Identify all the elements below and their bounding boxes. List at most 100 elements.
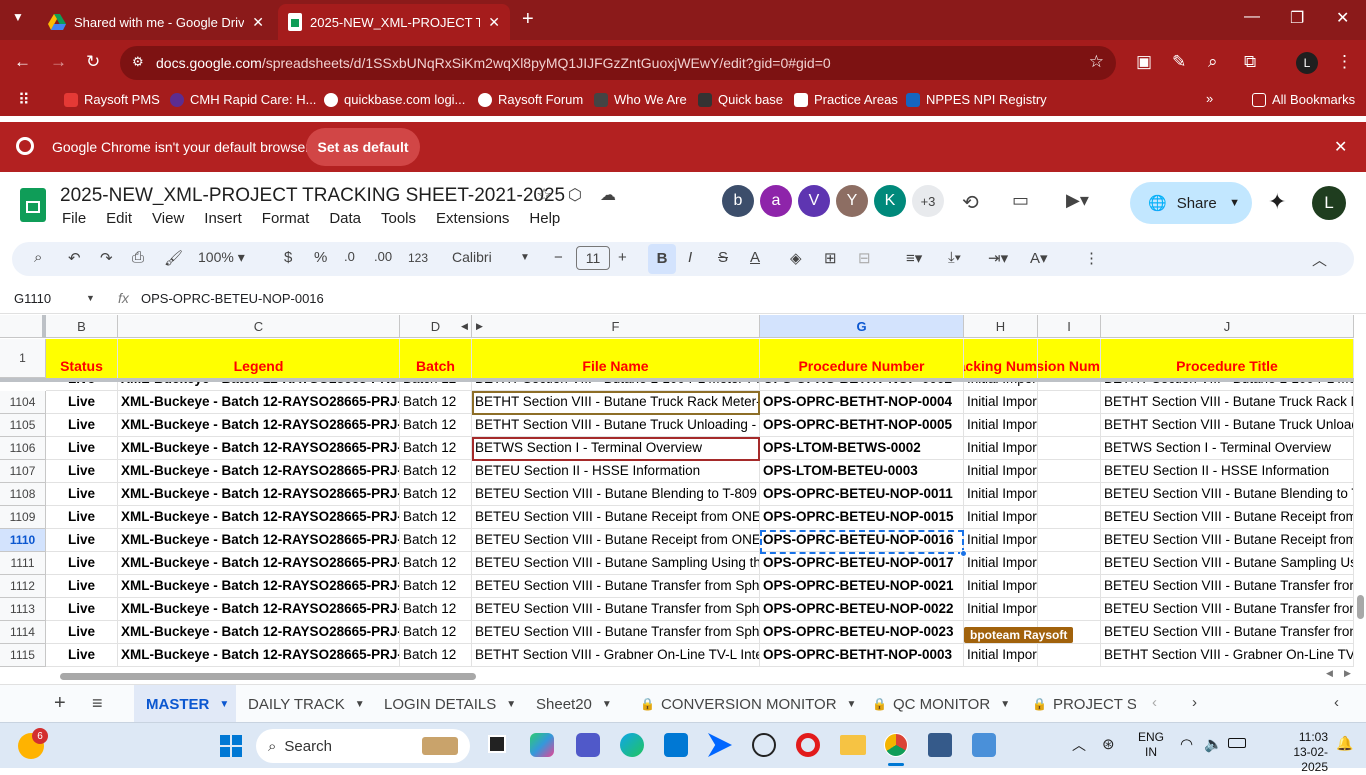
- menu-tools[interactable]: Tools: [381, 210, 416, 227]
- battery-icon[interactable]: [1228, 738, 1246, 748]
- selected-cell-outline[interactable]: [760, 530, 964, 554]
- minimize-icon[interactable]: —: [1244, 8, 1260, 26]
- italic-icon[interactable]: I: [688, 249, 692, 266]
- bookmark-quickbase-login[interactable]: quickbase.com logi...: [324, 92, 465, 107]
- scroll-right-icon[interactable]: ▶: [1344, 668, 1351, 679]
- set-as-default-button[interactable]: Set as default: [306, 128, 420, 166]
- zoom-select[interactable]: 100% ▾: [198, 249, 245, 266]
- vertical-scrollbar-thumb[interactable]: [1357, 595, 1364, 619]
- chevron-down-icon[interactable]: ▼: [520, 252, 530, 263]
- menu-edit[interactable]: Edit: [106, 210, 132, 227]
- cell-status-partial[interactable]: Live: [46, 382, 118, 391]
- cell-proc[interactable]: OPS-OPRC-BETEU-NOP-0021: [760, 575, 964, 598]
- close-window-icon[interactable]: ✕: [1336, 8, 1349, 28]
- apps-grid-icon[interactable]: ⠿: [18, 90, 30, 110]
- cell-batch[interactable]: Batch 12: [400, 598, 472, 621]
- fill-color-icon[interactable]: ◈: [790, 249, 802, 267]
- cell-status[interactable]: Live: [46, 552, 118, 575]
- row-header-1110[interactable]: 1110: [0, 529, 46, 552]
- cell-file-partial[interactable]: BETHT Section VIII - Butane L-100 PL Met…: [472, 382, 760, 391]
- cell-batch[interactable]: Batch 12: [400, 621, 472, 644]
- cell-proc[interactable]: OPS-OPRC-BETEU-NOP-0011: [760, 483, 964, 506]
- cell-title[interactable]: BETHT Section VIII - Butane Truck Rack M…: [1101, 391, 1354, 414]
- chevron-down-icon[interactable]: ▼: [1000, 699, 1010, 710]
- more-options-icon[interactable]: ⋮: [1084, 249, 1099, 267]
- power-automate-icon[interactable]: [708, 733, 732, 757]
- cell-file[interactable]: BETEU Section VIII - Butane Blending to …: [472, 483, 760, 506]
- previous-sheet-icon[interactable]: ‹: [1152, 694, 1157, 711]
- chevron-down-icon[interactable]: ▼: [86, 293, 95, 303]
- tab-search-icon[interactable]: ▼: [12, 10, 24, 24]
- volume-icon[interactable]: 🔈: [1204, 735, 1223, 753]
- maximize-icon[interactable]: ❐: [1290, 8, 1304, 28]
- text-rotation-icon[interactable]: A▾: [1030, 249, 1048, 267]
- increase-font-icon[interactable]: +: [618, 249, 627, 266]
- row-header-1106[interactable]: 1106: [0, 437, 46, 460]
- all-bookmarks[interactable]: All Bookmarks: [1252, 92, 1355, 107]
- currency-format[interactable]: $: [284, 249, 292, 266]
- chrome-menu-icon[interactable]: ⋮: [1336, 52, 1353, 72]
- bookmark-quick-base[interactable]: Quick base: [698, 92, 783, 107]
- cell-status[interactable]: Live: [46, 598, 118, 621]
- cell-status[interactable]: Live: [46, 437, 118, 460]
- align-left-icon[interactable]: ≡▾: [906, 249, 922, 267]
- cell-status[interactable]: Live: [46, 483, 118, 506]
- menu-help[interactable]: Help: [529, 210, 560, 227]
- redo-icon[interactable]: ↷: [100, 249, 113, 267]
- cell-file[interactable]: BETEU Section VIII - Butane Receipt from…: [472, 529, 760, 552]
- cell-legend[interactable]: XML-Buckeye - Batch 12-RAYSO28665-PRJ-: [118, 552, 400, 575]
- cell-legend[interactable]: XML-Buckeye - Batch 12-RAYSO28665-PRJ-: [118, 621, 400, 644]
- vertical-align-icon[interactable]: ⤓▾: [948, 249, 961, 266]
- cell-blank[interactable]: [1038, 460, 1101, 483]
- menu-insert[interactable]: Insert: [204, 210, 242, 227]
- sheet-tab-daily-track[interactable]: DAILY TRACK ▼: [236, 685, 377, 723]
- menu-view[interactable]: View: [152, 210, 184, 227]
- dell-icon[interactable]: [752, 733, 776, 757]
- cell-legend[interactable]: XML-Buckeye - Batch 12-RAYSO28665-PRJ-: [118, 598, 400, 621]
- language-indicator[interactable]: ENG IN: [1138, 730, 1164, 760]
- cell-proc[interactable]: OPS-OPRC-BETHT-NOP-0003: [760, 644, 964, 667]
- new-tab-icon[interactable]: +: [522, 8, 534, 31]
- cell-proc[interactable]: OPS-OPRC-BETEU-NOP-0023: [760, 621, 964, 644]
- cell-legend[interactable]: XML-Buckeye - Batch 12-RAYSO28665-PRJ-: [118, 460, 400, 483]
- cell-blank[interactable]: [1038, 644, 1101, 667]
- side-panel-toggle-icon[interactable]: ‹: [1334, 694, 1339, 711]
- bookmark-raysoft-forum[interactable]: Raysoft Forum: [478, 92, 583, 107]
- sheet-tab-conversion-monitor[interactable]: 🔒 CONVERSION MONITOR ▼: [628, 685, 868, 723]
- bookmark-who-we-are[interactable]: Who We Are: [594, 92, 687, 107]
- close-infobar-icon[interactable]: ✕: [1334, 137, 1347, 157]
- cell-status[interactable]: Live: [46, 644, 118, 667]
- cell-track[interactable]: Initial Impor: [964, 391, 1038, 414]
- print-icon[interactable]: ⎙: [132, 249, 144, 266]
- share-button[interactable]: 🌐 Share ▼: [1130, 182, 1252, 224]
- cell-batch[interactable]: Batch 12: [400, 483, 472, 506]
- cell-batch[interactable]: Batch 12: [400, 644, 472, 667]
- start-icon[interactable]: [220, 735, 242, 757]
- reload-icon[interactable]: ↻: [86, 52, 100, 72]
- borders-icon[interactable]: ⊞: [824, 249, 837, 267]
- cell-batch[interactable]: Batch 12: [400, 529, 472, 552]
- cell-blank[interactable]: [1038, 552, 1101, 575]
- cell-proc[interactable]: OPS-LTOM-BETWS-0002: [760, 437, 964, 460]
- collaborator-avatar[interactable]: a: [760, 185, 792, 217]
- tab-google-drive[interactable]: Shared with me - Google Drive ✕: [38, 4, 274, 40]
- bold-icon[interactable]: B: [648, 244, 676, 274]
- cell-blank-partial[interactable]: [1038, 382, 1101, 391]
- extensions-puzzle-icon[interactable]: ⧉: [1244, 52, 1256, 72]
- close-tab-icon[interactable]: ✕: [252, 14, 264, 31]
- document-title[interactable]: 2025-NEW_XML-PROJECT TRACKING SHEET-2021…: [60, 185, 565, 207]
- close-tab-icon[interactable]: ✕: [488, 14, 500, 31]
- cell-track[interactable]: Initial Impor: [964, 414, 1038, 437]
- fill-handle[interactable]: [960, 550, 967, 557]
- cell-status[interactable]: Live: [46, 506, 118, 529]
- site-info-icon[interactable]: ⚙: [132, 54, 144, 70]
- chrome-taskbar-icon[interactable]: [884, 733, 908, 757]
- cell-track[interactable]: Initial Impor: [964, 552, 1038, 575]
- cloud-status-icon[interactable]: ☁: [600, 185, 616, 205]
- sheet-tab-login-details[interactable]: LOGIN DETAILS ▼: [372, 685, 528, 723]
- bookmark-star-icon[interactable]: ☆: [1089, 52, 1104, 72]
- cell-proc-partial[interactable]: OPS-OPRC-BETHT-NOP-0002: [760, 382, 964, 391]
- cell-batch[interactable]: Batch 12: [400, 414, 472, 437]
- horizontal-scrollbar[interactable]: ◀ ▶: [46, 668, 1354, 682]
- app-icon[interactable]: [972, 733, 996, 757]
